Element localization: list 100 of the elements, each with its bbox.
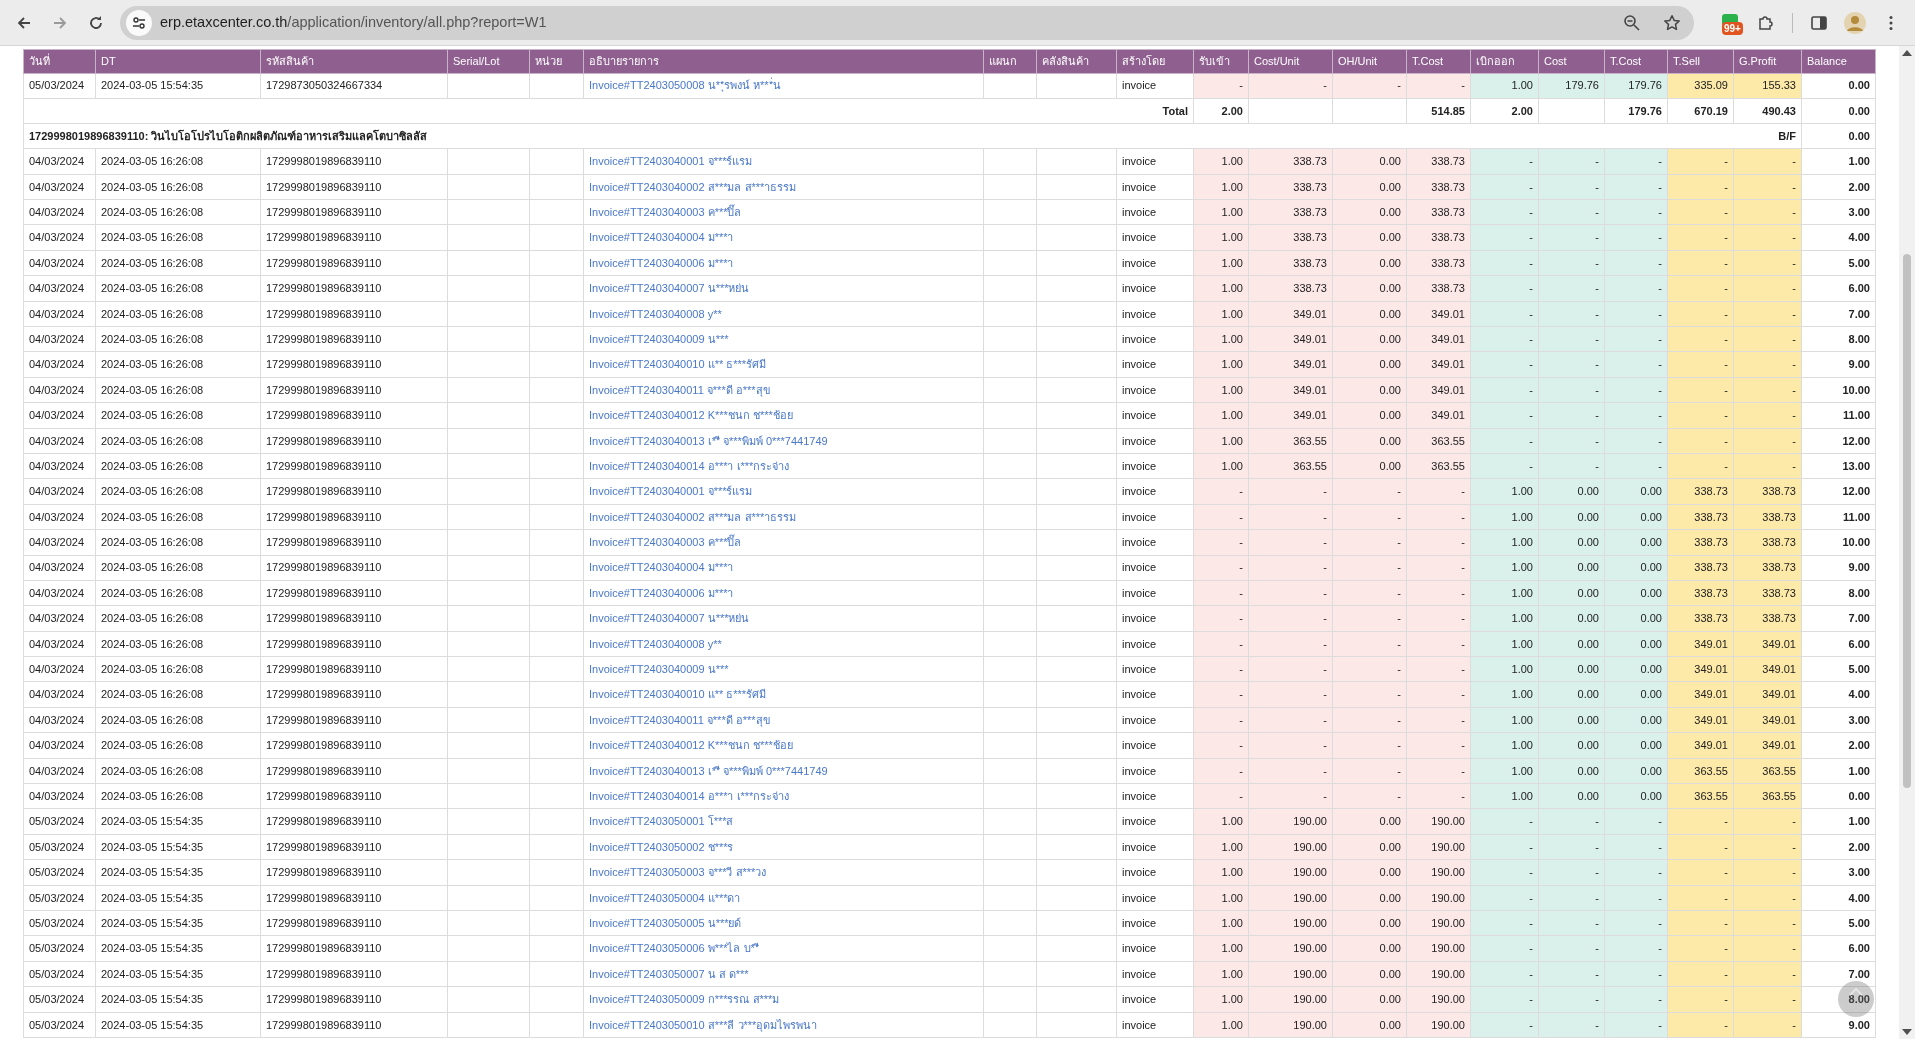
table-cell: 05/03/2024 [23, 910, 96, 936]
table-cell: 670.19 [1667, 98, 1734, 124]
table-cell: 338.73 [1248, 275, 1333, 302]
table-cell: invoice [1116, 275, 1194, 302]
invoice-link[interactable]: Invoice#TT2403050002 ช***ร [589, 840, 734, 853]
table-cell: 10.00 [1801, 529, 1876, 556]
table-cell: 1729998019896839110 [260, 682, 448, 708]
table-cell: 1729998019896839110 [260, 580, 448, 606]
table-cell: 2024-03-05 15:54:35 [95, 834, 261, 860]
site-settings-icon[interactable] [126, 9, 152, 36]
table-cell: 2024-03-05 16:26:08 [95, 555, 261, 581]
table-cell: 2024-03-05 16:26:08 [95, 224, 261, 251]
invoice-link[interactable]: Invoice#TT2403040006 ม***า [589, 586, 734, 599]
table-cell: 4.00 [1801, 682, 1876, 708]
table-cell: 05/03/2024 [23, 834, 96, 860]
table-cell: 190.00 [1248, 935, 1333, 962]
table-cell: invoice [1116, 453, 1194, 479]
table-cell: 05/03/2024 [23, 961, 96, 987]
table-cell: 05/03/2024 [23, 986, 96, 1013]
invoice-link[interactable]: Invoice#TT2403040009 น*** [589, 332, 729, 345]
invoice-link[interactable]: Invoice#TT2403040001 จ***ร์แรม [589, 155, 753, 168]
table-cell: 04/03/2024 [23, 224, 96, 251]
table-cell: 1729998019896839110 [260, 428, 448, 454]
table-cell: 2024-03-05 16:26:08 [95, 148, 261, 175]
invoice-link[interactable]: Invoice#TT2403040009 น*** [589, 663, 729, 676]
table-cell: invoice [1116, 808, 1194, 835]
url-text: erp.etaxcenter.co.th/application/inventory/all.php?report=W1 [160, 12, 547, 32]
table-cell: 0.00 [1332, 301, 1407, 327]
table-cell: invoice [1116, 529, 1194, 556]
table-cell: 2024-03-05 15:54:35 [95, 73, 261, 99]
table-cell: 0.00 [1332, 859, 1407, 886]
table-cell: 1729998019896839110 [260, 656, 448, 682]
table-cell: 05/03/2024 [23, 885, 96, 911]
table-cell: 2024-03-05 16:26:08 [95, 402, 261, 429]
table-cell: 2024-03-05 16:26:08 [95, 199, 261, 225]
invoice-link[interactable]: Invoice#TT2403040008 y** [589, 637, 722, 650]
table-cell: 190.00 [1248, 808, 1333, 835]
scroll-up-arrow-icon[interactable] [1902, 50, 1912, 56]
table-cell: invoice [1116, 326, 1194, 352]
table-cell: 04/03/2024 [23, 453, 96, 479]
table-cell: 1729998019896839110 [260, 986, 448, 1013]
table-cell: 1729998019896839110 [260, 148, 448, 175]
table-cell: 190.00 [1248, 910, 1333, 936]
table-cell: 04/03/2024 [23, 250, 96, 276]
table-cell: invoice [1116, 428, 1194, 454]
table-cell: 2024-03-05 16:26:08 [95, 174, 261, 200]
table-cell: invoice [1116, 707, 1194, 733]
table-cell: 349.01 [1248, 402, 1333, 429]
invoice-link[interactable]: Invoice#TT2403040001 จ***ร์แรม [589, 485, 753, 498]
scroll-down-arrow-icon[interactable] [1902, 1029, 1912, 1035]
table-cell: 10.00 [1801, 377, 1876, 403]
column-header: แผนก [983, 49, 1037, 73]
invoice-link[interactable]: Invoice#TT2403040004 ม***า [589, 231, 734, 244]
table-cell: 5.00 [1801, 250, 1876, 276]
table-cell: 04/03/2024 [23, 656, 96, 682]
table-cell: 190.00 [1248, 986, 1333, 1013]
invoice-link[interactable]: Invoice#TT2403040003 ค***ปิ๊ล [589, 536, 742, 549]
address-bar[interactable]: erp.etaxcenter.co.th/application/inventory/all.php?report=W1 [120, 5, 1694, 40]
table-cell: 04/03/2024 [23, 148, 96, 175]
table-cell: - [1248, 478, 1333, 505]
table-cell: 1.00 [1801, 758, 1876, 784]
table-cell: 05/03/2024 [23, 73, 96, 99]
table-cell: 05/03/2024 [23, 808, 96, 835]
table-cell: - [1248, 656, 1333, 682]
invoice-link[interactable]: Invoice#TT2403040008 y** [589, 307, 722, 320]
table-cell: 1729998019896839110 [260, 555, 448, 581]
table-cell: 2.00 [1193, 98, 1249, 124]
invoice-link[interactable]: Invoice#TT2403050004 แ***ดา [589, 891, 741, 904]
table-cell: 2.00 [1801, 174, 1876, 200]
column-header: Balance [1801, 49, 1876, 73]
table-cell: 6.00 [1801, 935, 1876, 962]
table-cell: 349.01 [1248, 351, 1333, 378]
table-cell: invoice [1116, 504, 1194, 530]
table-cell: 0.00 [1332, 808, 1407, 835]
table-cell: 0.00 [1801, 783, 1876, 809]
table-cell: 05/03/2024 [23, 859, 96, 886]
invoice-link[interactable]: Invoice#TT2403050005 น***ยด์ [589, 916, 742, 929]
invoice-link[interactable]: Invoice#TT2403040004 ม***า [589, 561, 734, 574]
column-header: T.Cost [1604, 49, 1668, 73]
table-cell: 11.00 [1801, 402, 1876, 429]
table-cell: 0.00 [1801, 123, 1876, 149]
table-cell: 7.00 [1801, 605, 1876, 632]
table-cell: 190.00 [1248, 885, 1333, 911]
invoice-link[interactable]: Invoice#TT2403040007 น***หย่น [589, 282, 750, 295]
table-cell: 2024-03-05 16:26:08 [95, 478, 261, 505]
invoice-link[interactable]: Invoice#TT2403050007 น ส ด*** [589, 967, 749, 980]
table-cell: 2024-03-05 15:54:35 [95, 961, 261, 987]
table-cell: invoice [1116, 885, 1194, 911]
table-cell: 349.01 [1248, 301, 1333, 327]
scroll-to-top-button[interactable] [1838, 981, 1874, 1017]
table-cell: invoice [1116, 351, 1194, 378]
table-cell: 1729998019896839110 [260, 174, 448, 200]
table-cell: invoice [1116, 1012, 1194, 1038]
invoice-link[interactable]: Invoice#TT2403040007 น***หย่น [589, 612, 750, 625]
invoice-link[interactable]: Invoice#TT2403040006 ม***า [589, 256, 734, 269]
invoice-link[interactable]: Invoice#TT2403040003 ค***ปิ๊ล [589, 206, 742, 218]
table-cell: invoice [1116, 656, 1194, 682]
column-header: DT [95, 49, 261, 73]
invoice-link[interactable]: Invoice#TT2403050001 โ***ส [589, 815, 734, 828]
scrollbar[interactable] [1899, 46, 1915, 1039]
